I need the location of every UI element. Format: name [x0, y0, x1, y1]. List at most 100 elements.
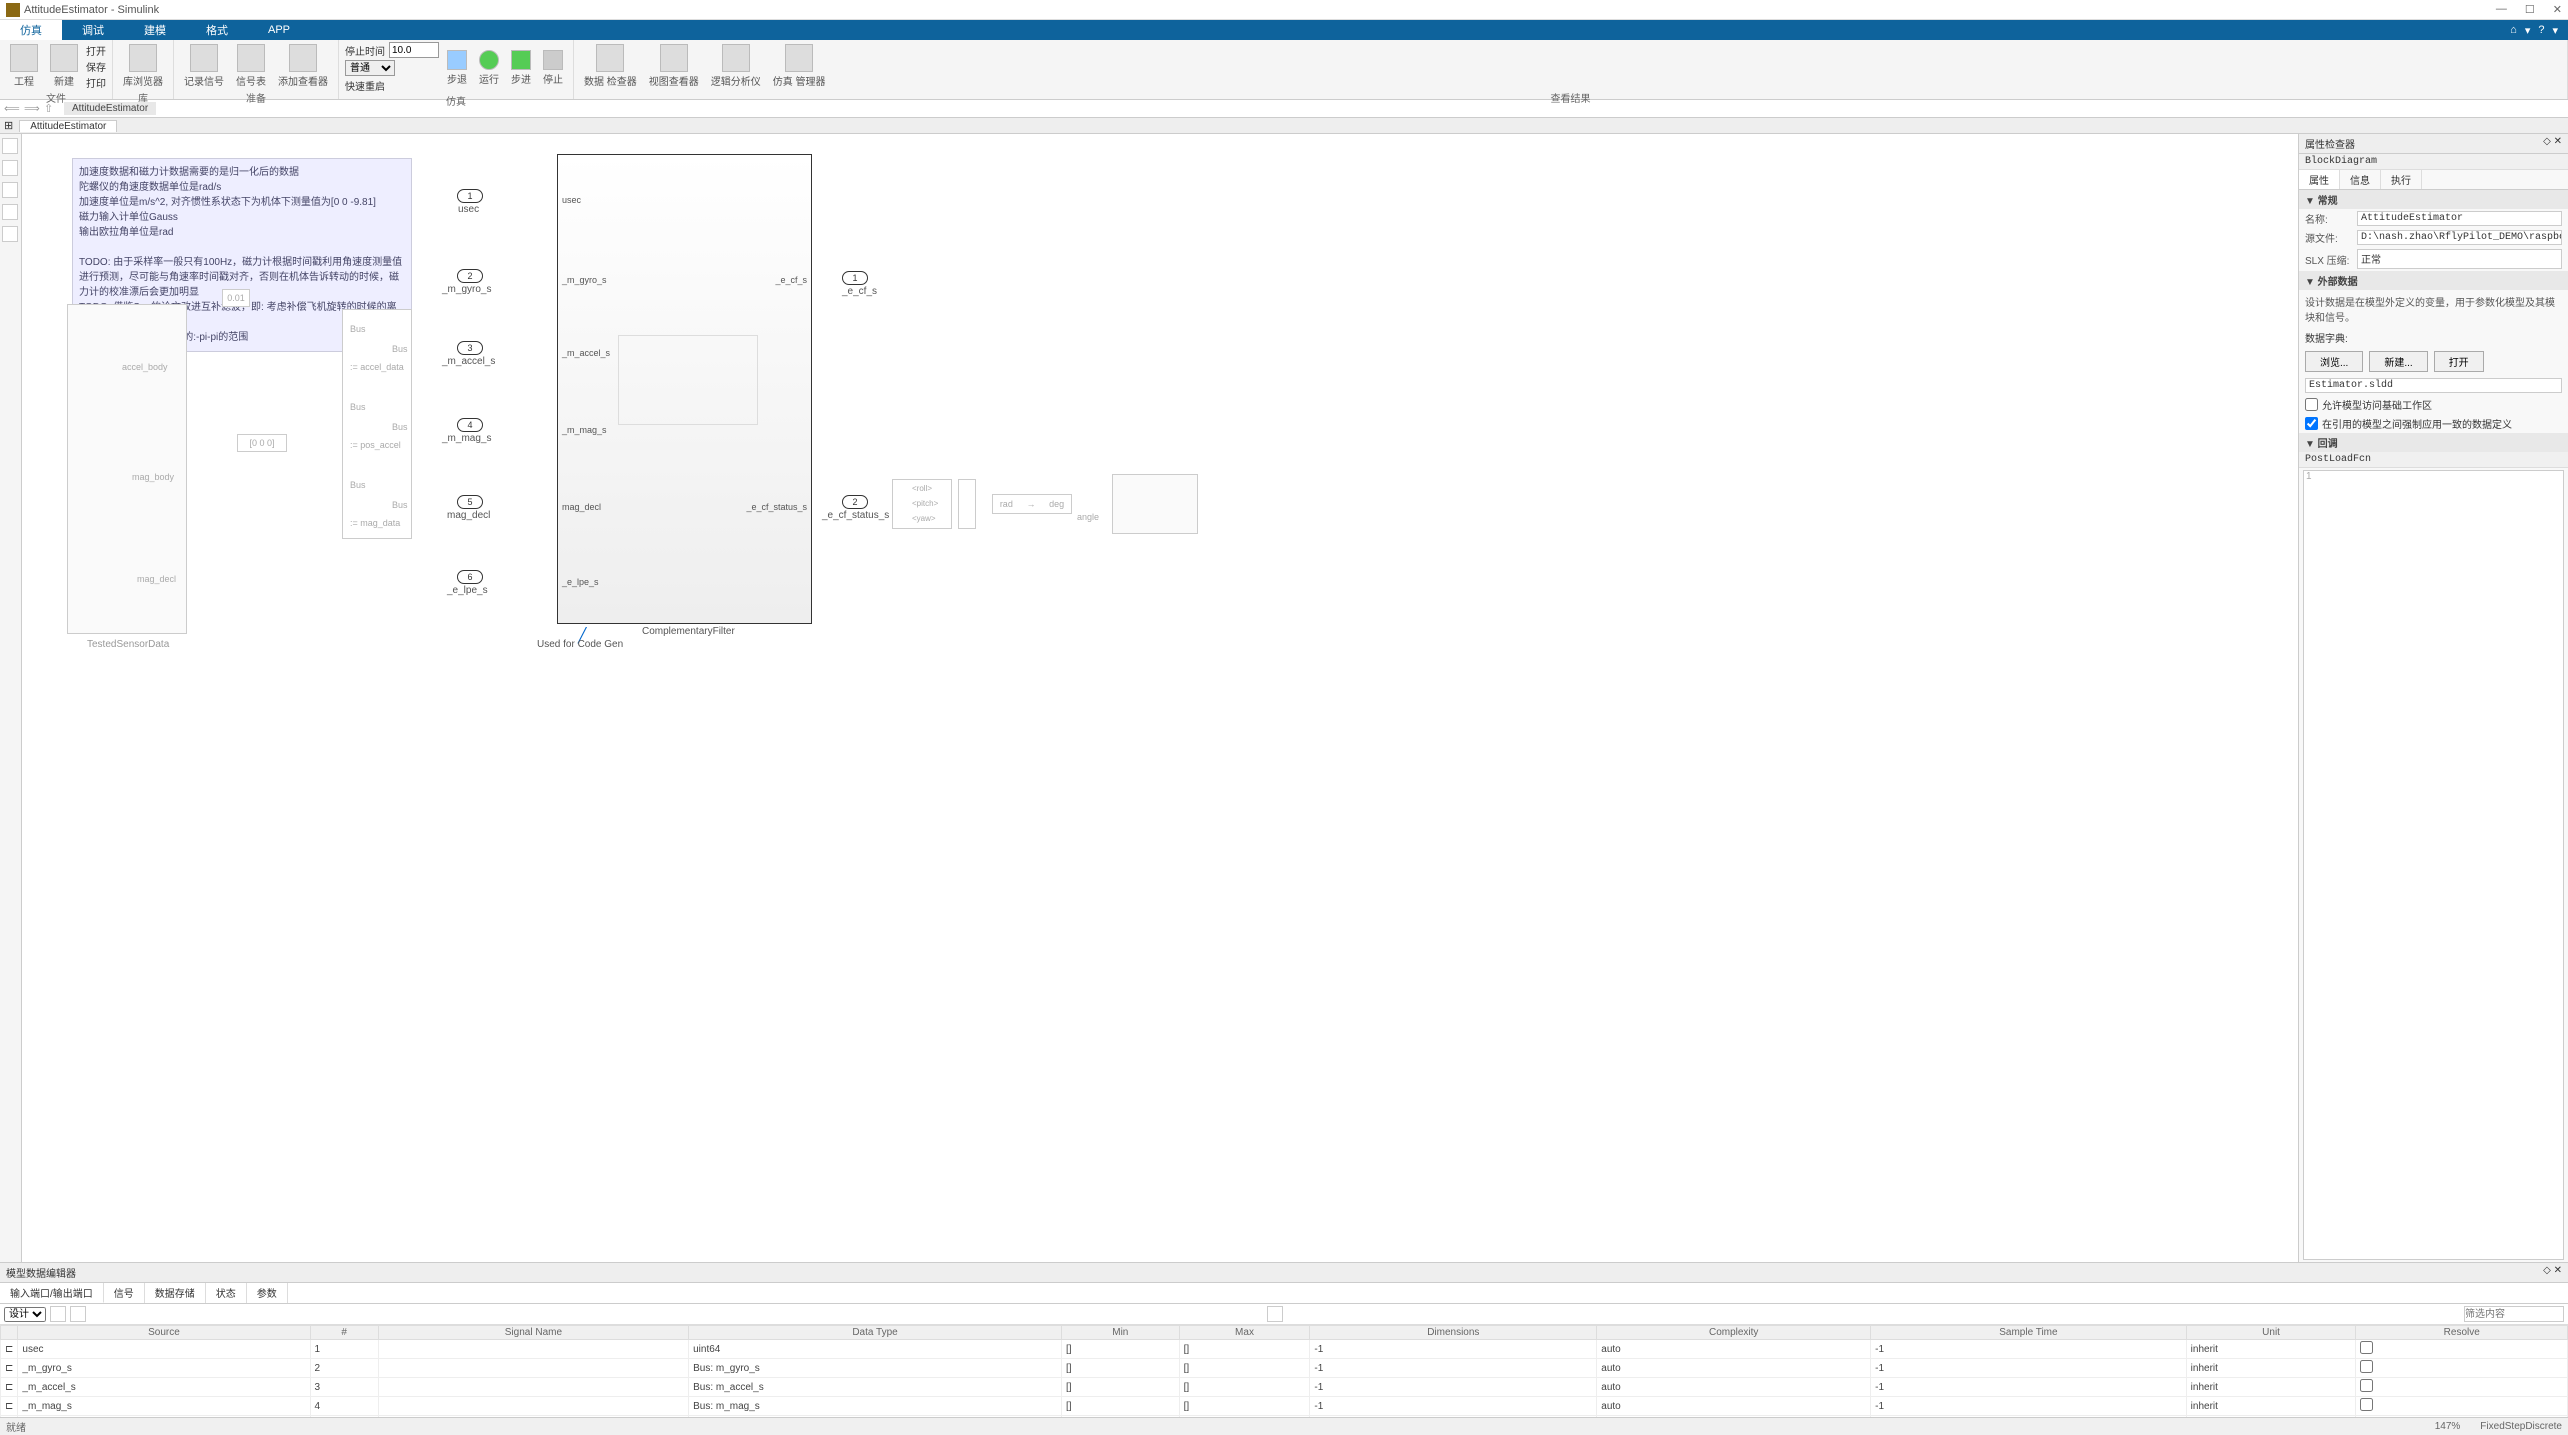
new-dd-button[interactable]: 新建...: [2369, 351, 2427, 372]
inport-6[interactable]: 6: [457, 570, 483, 584]
panel-subtitle: BlockDiagram: [2299, 154, 2568, 170]
nav-fwd-icon[interactable]: ⟹: [24, 102, 38, 116]
prop-tab-info[interactable]: 信息: [2340, 170, 2381, 189]
const-block-1[interactable]: 0.01: [222, 289, 250, 307]
ribbon-sim-group: 停止时间 普通 快速重启 步退 运行 步进 停止 仿真: [339, 40, 574, 99]
inport-4[interactable]: 4: [457, 418, 483, 432]
slx-compression-field[interactable]: 正常: [2357, 249, 2562, 269]
overflow-icon[interactable]: ▾: [2552, 24, 2558, 37]
data-table[interactable]: Source # Signal Name Data Type Min Max D…: [0, 1325, 2568, 1417]
editor-tab-ports[interactable]: 输入端口/输出端口: [0, 1283, 104, 1303]
run-button[interactable]: 运行: [475, 48, 503, 88]
select-icon[interactable]: [2, 204, 18, 220]
pan-icon[interactable]: [2, 182, 18, 198]
editor-tab-signals[interactable]: 信号: [104, 1283, 145, 1303]
show-hide-icon[interactable]: [50, 1306, 66, 1322]
open-button[interactable]: 打开: [86, 43, 106, 58]
panel-close-icon[interactable]: ✕: [2554, 136, 2562, 147]
ribbon-lib-group: 库浏览器 库: [113, 40, 174, 99]
editor-tab-datastores[interactable]: 数据存储: [145, 1283, 206, 1303]
data-inspector-button[interactable]: 数据 检查器: [580, 42, 641, 90]
scope-viewer-button[interactable]: 视图查看器: [645, 42, 703, 90]
editor-tab-states[interactable]: 状态: [206, 1283, 247, 1303]
table-row[interactable]: ⊏mag_decl5double[][]-1auto-1inherit: [1, 1416, 2568, 1418]
sim-manager-button[interactable]: 仿真 管理器: [769, 42, 830, 90]
log-signals-button[interactable]: 记录信号: [180, 42, 228, 90]
step-back-button[interactable]: 步退: [443, 48, 471, 88]
inport-2[interactable]: 2: [457, 269, 483, 283]
pin-icon[interactable]: ▾: [2525, 24, 2531, 37]
sim-mode-select[interactable]: 普通: [345, 60, 395, 76]
tab-modeling[interactable]: 建模: [124, 20, 186, 40]
editor-close-icon[interactable]: ✕: [2554, 1265, 2562, 1276]
zoom-icon[interactable]: [2, 160, 18, 176]
prop-tab-properties[interactable]: 属性: [2299, 170, 2340, 189]
callback-code-area[interactable]: 1: [2303, 470, 2564, 1260]
solver-name[interactable]: FixedStepDiscrete: [2480, 1421, 2562, 1432]
breadcrumb[interactable]: AttitudeEstimator: [64, 102, 156, 115]
tab-simulation[interactable]: 仿真: [0, 20, 62, 40]
simulink-canvas[interactable]: 加速度数据和磁力计数据需要的是归一化后的数据 陀螺仪的角速度数据单位是rad/s…: [22, 134, 2298, 1262]
tab-debug[interactable]: 调试: [62, 20, 124, 40]
model-home-icon[interactable]: ⊞: [4, 119, 13, 132]
section-general[interactable]: ▼ 常规: [2299, 190, 2568, 209]
minimize-icon[interactable]: —: [2496, 3, 2507, 16]
editor-tab-params[interactable]: 参数: [247, 1283, 288, 1303]
inport-1[interactable]: 1: [457, 189, 483, 203]
inport-3[interactable]: 3: [457, 341, 483, 355]
open-dd-button[interactable]: 打开: [2434, 351, 2484, 372]
hide-icon[interactable]: [2, 226, 18, 242]
access-base-ws-checkbox[interactable]: [2305, 398, 2318, 411]
inport-5[interactable]: 5: [457, 495, 483, 509]
name-field[interactable]: AttitudeEstimator: [2357, 211, 2562, 226]
zoom-level[interactable]: 147%: [2435, 1421, 2461, 1432]
signal-table-button[interactable]: 信号表: [232, 42, 270, 90]
table-row[interactable]: ⊏usec1uint64[][]-1auto-1inherit: [1, 1340, 2568, 1359]
filter-icon[interactable]: [1267, 1306, 1283, 1322]
table-row[interactable]: ⊏_m_gyro_s2Bus: m_gyro_s[][]-1auto-1inhe…: [1, 1359, 2568, 1378]
maximize-icon[interactable]: ☐: [2525, 3, 2535, 16]
section-callbacks[interactable]: ▼ 回调: [2299, 433, 2568, 452]
add-viewer-button[interactable]: 添加查看器: [274, 42, 332, 90]
tested-sensor-block[interactable]: [67, 304, 187, 634]
help-icon[interactable]: ?: [2538, 24, 2544, 37]
scope-block[interactable]: [1112, 474, 1198, 534]
browse-button[interactable]: 浏览...: [2305, 351, 2363, 372]
nav-back-icon[interactable]: ⟸: [4, 102, 18, 116]
model-tab[interactable]: AttitudeEstimator: [19, 120, 117, 132]
new-button[interactable]: 新建: [46, 42, 82, 90]
mux-block[interactable]: [958, 479, 976, 529]
fast-restart-button[interactable]: 快速重启: [345, 78, 439, 93]
fit-icon[interactable]: [2, 138, 18, 154]
tab-app[interactable]: APP: [248, 20, 310, 40]
shortcut-icon[interactable]: ⌂: [2510, 24, 2517, 37]
print-button[interactable]: 打印: [86, 75, 106, 90]
panel-undock-icon[interactable]: ◇: [2543, 136, 2551, 147]
nav-up-icon[interactable]: ⇧: [44, 102, 58, 116]
tab-format[interactable]: 格式: [186, 20, 248, 40]
table-row[interactable]: ⊏_m_accel_s3Bus: m_accel_s[][]-1auto-1in…: [1, 1378, 2568, 1397]
const-block-2[interactable]: [0 0 0]: [237, 434, 287, 452]
section-external[interactable]: ▼ 外部数据: [2299, 271, 2568, 290]
close-icon[interactable]: ✕: [2553, 3, 2562, 16]
outport-1[interactable]: 1: [842, 271, 868, 285]
prop-tab-exec[interactable]: 执行: [2381, 170, 2422, 189]
filter-input[interactable]: [2464, 1306, 2564, 1322]
enforce-consistent-checkbox[interactable]: [2305, 417, 2318, 430]
project-button[interactable]: 工程: [6, 42, 42, 90]
logic-analyzer-button[interactable]: 逻辑分析仪: [707, 42, 765, 90]
rad-to-deg-block[interactable]: rad → deg: [992, 494, 1072, 514]
menu-bar: 仿真 调试 建模 格式 APP ⌂ ▾ ? ▾: [0, 20, 2568, 40]
editor-undock-icon[interactable]: ◇: [2543, 1265, 2551, 1276]
save-button[interactable]: 保存: [86, 59, 106, 74]
stop-time-input[interactable]: [389, 42, 439, 58]
library-browser-button[interactable]: 库浏览器: [119, 42, 167, 90]
table-row[interactable]: ⊏_m_mag_s4Bus: m_mag_s[][]-1auto-1inheri…: [1, 1397, 2568, 1416]
stop-button[interactable]: 停止: [539, 48, 567, 88]
design-view-select[interactable]: 设计: [4, 1307, 46, 1322]
outport-2[interactable]: 2: [842, 495, 868, 509]
step-forward-button[interactable]: 步进: [507, 48, 535, 88]
refresh-icon[interactable]: [70, 1306, 86, 1322]
data-dictionary-field[interactable]: Estimator.sldd: [2305, 378, 2562, 393]
complementary-filter-block[interactable]: usec _m_gyro_s _m_accel_s _m_mag_s mag_d…: [557, 154, 812, 624]
